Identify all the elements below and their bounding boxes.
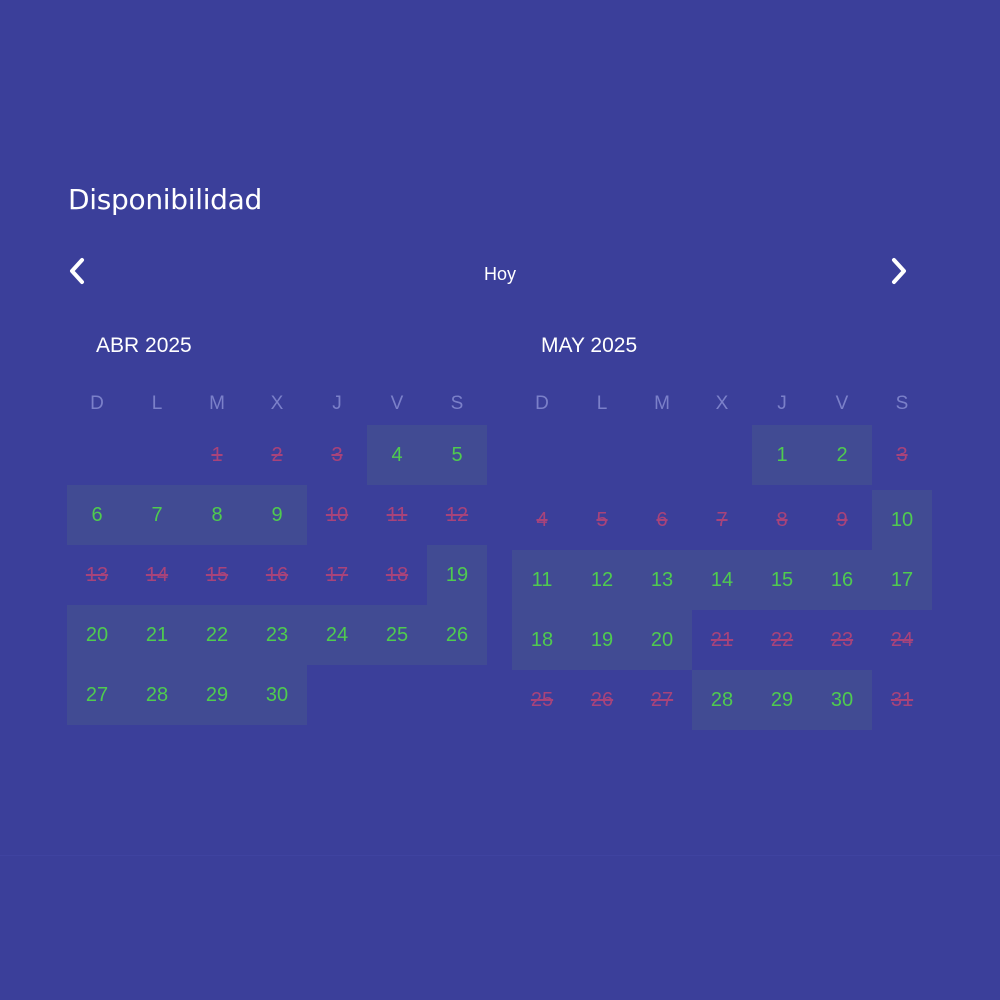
day-unavailable: 12 (445, 503, 469, 526)
day-unavailable: 27 (650, 688, 674, 711)
day-available[interactable]: 11 (512, 550, 572, 610)
weekday-label: J (777, 393, 787, 414)
day-available[interactable]: 6 (67, 485, 127, 545)
day-available[interactable]: 1 (752, 425, 812, 485)
day-available[interactable]: 18 (512, 610, 572, 670)
divider (0, 855, 1000, 856)
weekday-label: X (715, 393, 729, 414)
weekday-label: S (450, 393, 464, 414)
day-unavailable: 1 (211, 443, 223, 466)
weekday-label: V (390, 393, 404, 414)
chevron-right-icon (892, 258, 906, 284)
day-available[interactable]: 14 (692, 550, 752, 610)
weekday-label: M (209, 393, 225, 414)
chevron-left-icon (70, 258, 84, 284)
day-unavailable: 9 (836, 508, 848, 531)
day-available[interactable]: 10 (872, 490, 932, 550)
weekday-label: D (535, 393, 549, 414)
day-available[interactable]: 9 (247, 485, 307, 545)
day-unavailable: 23 (830, 628, 854, 651)
day-available[interactable]: 4 (367, 425, 427, 485)
day-available[interactable]: 19 (427, 545, 487, 605)
day-available[interactable]: 30 (812, 670, 872, 730)
day-available[interactable]: 17 (872, 550, 932, 610)
day-available[interactable]: 16 (812, 550, 872, 610)
day-available[interactable]: 28 (692, 670, 752, 730)
day-unavailable: 21 (710, 628, 734, 651)
day-available[interactable]: 12 (572, 550, 632, 610)
day-available[interactable]: 30 (247, 665, 307, 725)
day-unavailable: 7 (716, 508, 728, 531)
day-unavailable: 16 (265, 563, 289, 586)
day-unavailable: 18 (385, 563, 409, 586)
page-title: Disponibilidad (68, 183, 262, 216)
month-label: ABR 2025 (96, 334, 192, 357)
weekday-label: L (596, 393, 608, 414)
day-unavailable: 15 (205, 563, 229, 586)
today-button[interactable]: Hoy (460, 264, 540, 285)
day-unavailable: 24 (890, 628, 914, 651)
weekday-header-row: DLMXJVS (512, 393, 932, 417)
day-available[interactable]: 20 (67, 605, 127, 665)
month-label: MAY 2025 (541, 334, 638, 357)
day-available[interactable]: 15 (752, 550, 812, 610)
day-unavailable: 5 (596, 508, 608, 531)
prev-month-button[interactable] (62, 256, 92, 286)
day-available[interactable]: 19 (572, 610, 632, 670)
weekday-label: D (90, 393, 104, 414)
day-unavailable: 3 (896, 443, 908, 466)
day-unavailable: 4 (536, 508, 548, 531)
day-unavailable: 31 (890, 688, 914, 711)
day-available[interactable]: 29 (187, 665, 247, 725)
weekday-label: J (332, 393, 342, 414)
day-unavailable: 22 (770, 628, 794, 651)
weekday-label: M (654, 393, 670, 414)
day-available[interactable]: 23 (247, 605, 307, 665)
day-available[interactable]: 5 (427, 425, 487, 485)
day-unavailable: 3 (331, 443, 343, 466)
day-available[interactable]: 7 (127, 485, 187, 545)
day-unavailable: 25 (530, 688, 554, 711)
weekday-label: S (895, 393, 909, 414)
weekday-label: V (835, 393, 849, 414)
day-available[interactable]: 2 (812, 425, 872, 485)
day-unavailable: 6 (656, 508, 668, 531)
day-available[interactable]: 21 (127, 605, 187, 665)
day-unavailable: 17 (325, 563, 349, 586)
weekday-header-row: DLMXJVS (67, 393, 487, 417)
day-available[interactable]: 20 (632, 610, 692, 670)
day-available[interactable]: 27 (67, 665, 127, 725)
day-unavailable: 13 (85, 563, 109, 586)
day-available[interactable]: 29 (752, 670, 812, 730)
weekday-label: X (270, 393, 284, 414)
day-available[interactable]: 13 (632, 550, 692, 610)
day-unavailable: 26 (590, 688, 614, 711)
next-month-button[interactable] (884, 256, 914, 286)
day-unavailable: 2 (271, 443, 283, 466)
day-available[interactable]: 25 (367, 605, 427, 665)
day-available[interactable]: 24 (307, 605, 367, 665)
day-unavailable: 14 (145, 563, 169, 586)
day-available[interactable]: 22 (187, 605, 247, 665)
day-available[interactable]: 8 (187, 485, 247, 545)
day-unavailable: 8 (776, 508, 788, 531)
weekday-label: L (151, 393, 163, 414)
day-available[interactable]: 26 (427, 605, 487, 665)
day-unavailable: 10 (325, 503, 349, 526)
day-available[interactable]: 28 (127, 665, 187, 725)
day-unavailable: 11 (386, 503, 408, 526)
